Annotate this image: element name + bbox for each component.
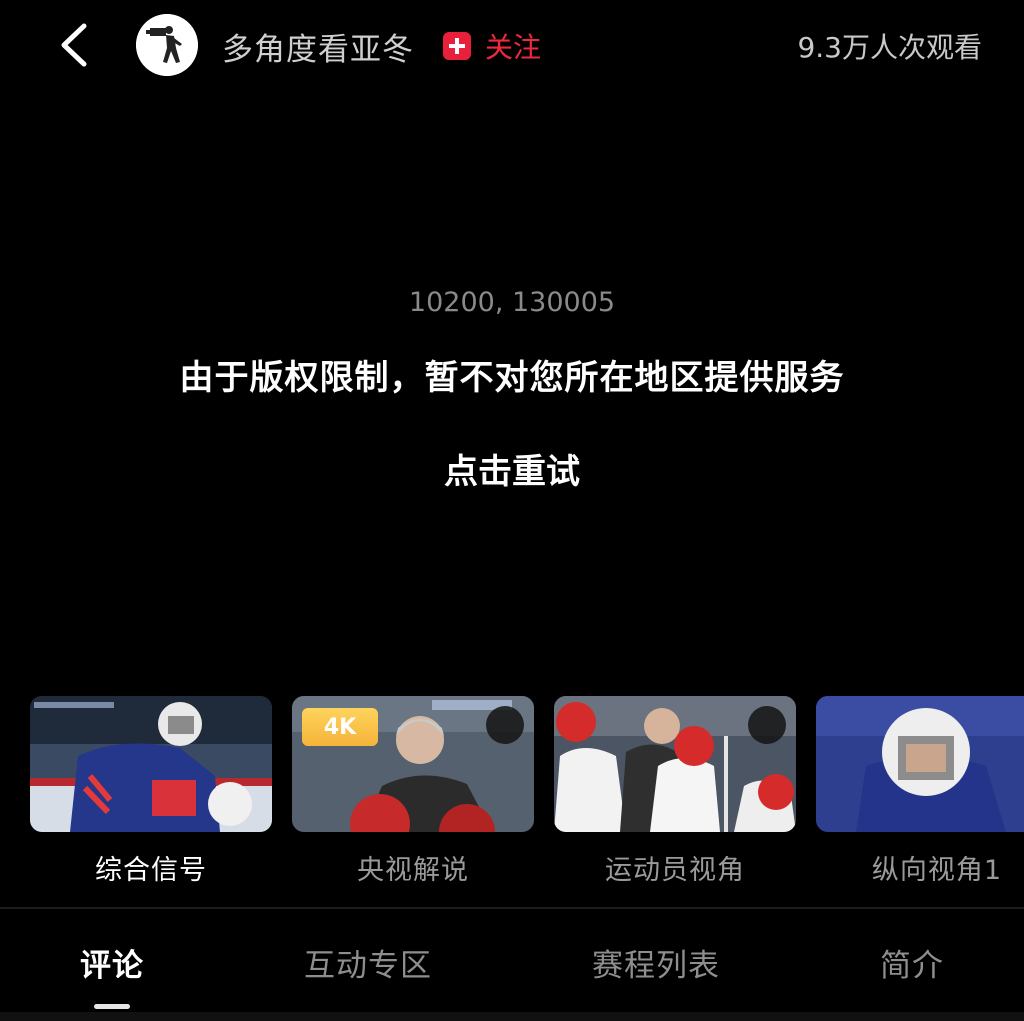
retry-button[interactable]: 点击重试: [412, 444, 612, 493]
cameraman-logo-icon: [136, 14, 198, 76]
active-tab-indicator: [94, 1004, 130, 1009]
camera-thumbnail: 4K: [292, 696, 534, 832]
chevron-left-icon: [61, 23, 87, 67]
add-camera-button[interactable]: [748, 706, 786, 744]
add-camera-button[interactable]: [486, 706, 524, 744]
divider: [0, 907, 1024, 909]
header: 多角度看亚冬 关注 9.3万人次观看: [0, 0, 1024, 95]
tab-comments[interactable]: 评论: [80, 940, 144, 985]
live-player-page: 多角度看亚冬 关注 9.3万人次观看 10200, 130005 由于版权限制，…: [0, 0, 1024, 1021]
error-message: 由于版权限制，暂不对您所在地区提供服务: [179, 358, 845, 398]
error-code: 10200, 130005: [408, 287, 616, 318]
plus-icon: [486, 706, 534, 832]
goalie-closeup-thumbnail: [816, 696, 1024, 832]
tab-schedule[interactable]: 赛程列表: [592, 940, 720, 985]
camera-thumbnail: [554, 696, 796, 832]
4k-badge: 4K: [302, 708, 378, 746]
plus-icon: [748, 706, 796, 832]
view-count: 9.3万人次观看: [797, 31, 982, 64]
follow-button[interactable]: 关注: [443, 26, 541, 66]
tab-bar: 评论 互动专区 赛程列表 简介: [0, 930, 1024, 1009]
camera-card-cctv[interactable]: 4K 央视解说: [292, 696, 534, 887]
camera-label: 纵向视角1: [871, 855, 1003, 886]
camera-thumbnail: [30, 696, 272, 832]
tab-intro[interactable]: 简介: [880, 940, 944, 985]
follow-label: 关注: [485, 31, 542, 64]
back-button[interactable]: [54, 18, 98, 72]
avatar[interactable]: [136, 14, 198, 76]
plus-icon: [443, 32, 471, 60]
tab-interaction[interactable]: 互动专区: [304, 940, 432, 985]
hockey-goalie-thumbnail: [30, 696, 272, 832]
camera-label: 运动员视角: [605, 855, 745, 886]
channel-name[interactable]: 多角度看亚冬: [222, 24, 414, 69]
camera-thumbnail: [816, 696, 1024, 832]
camera-label: 综合信号: [95, 855, 207, 886]
camera-label: 央视解说: [357, 855, 469, 886]
camera-angle-list: 综合信号 4K 央视解说 运动员视角 纵向视角1: [0, 696, 1024, 896]
camera-card-vertical[interactable]: 纵向视角1: [816, 696, 1024, 887]
bottom-bar: [0, 1012, 1024, 1021]
camera-card-main[interactable]: 综合信号: [30, 696, 272, 887]
camera-card-athlete[interactable]: 运动员视角: [554, 696, 796, 887]
